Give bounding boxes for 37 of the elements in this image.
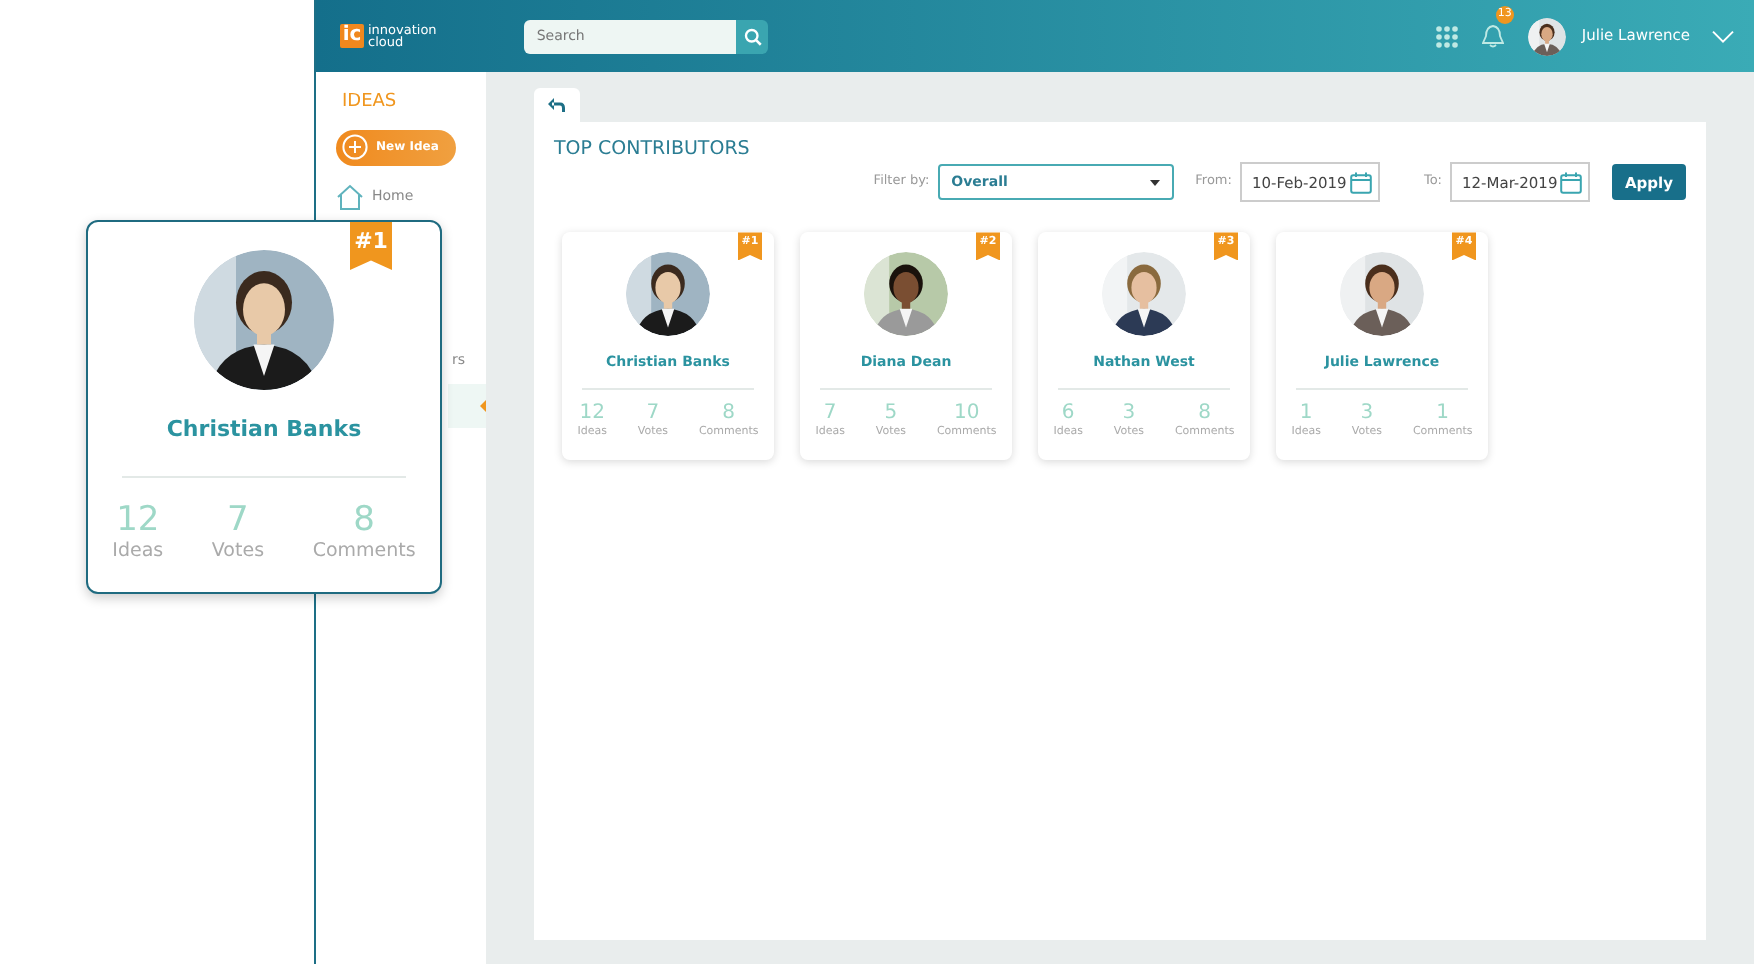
search-button[interactable] — [736, 19, 769, 53]
home-icon — [336, 184, 364, 210]
stat-value: 6 — [1061, 401, 1075, 424]
contributor-name[interactable]: Christian Banks — [166, 414, 362, 447]
selected-arrow-icon — [480, 399, 486, 411]
stat-value: 8 — [722, 401, 736, 424]
search-icon — [743, 27, 762, 45]
sidebar-item[interactable] — [448, 383, 486, 427]
stat-value: 7 — [227, 501, 249, 537]
plus-circle-icon — [342, 134, 368, 160]
back-tab[interactable] — [534, 88, 580, 122]
stat-label: Comments — [312, 537, 416, 565]
stat-value: 8 — [1198, 401, 1212, 424]
stat-value: 8 — [353, 501, 375, 537]
stat-value: 3 — [1360, 401, 1374, 424]
stat-label: Ideas — [112, 537, 164, 565]
logo-mark: ic — [340, 24, 364, 48]
stat-value: 3 — [1122, 401, 1136, 424]
rank-ribbon: #1 — [350, 222, 392, 270]
back-arrow-icon — [548, 98, 566, 112]
stat-value: 12 — [116, 501, 160, 537]
caret-icon — [1149, 179, 1160, 186]
page-title: TOP CONTRIBUTORS — [554, 136, 752, 164]
apps-grid-icon[interactable] — [1435, 25, 1458, 47]
stat-label: Votes — [211, 537, 265, 565]
calendar-icon[interactable] — [1560, 171, 1582, 194]
stat-value: 5 — [884, 401, 898, 424]
calendar-icon[interactable] — [1349, 171, 1372, 194]
stat-value: 7 — [646, 401, 660, 424]
stat-value: 1 — [1299, 401, 1313, 424]
stat-value: 12 — [579, 401, 605, 424]
stat-value: 7 — [823, 401, 837, 424]
section-title: IDEAS — [342, 90, 399, 116]
stat-value: 10 — [953, 401, 980, 424]
bell-icon[interactable] — [1481, 23, 1504, 48]
stat-value: 1 — [1436, 401, 1450, 424]
chevron-down-icon[interactable] — [1712, 29, 1734, 43]
